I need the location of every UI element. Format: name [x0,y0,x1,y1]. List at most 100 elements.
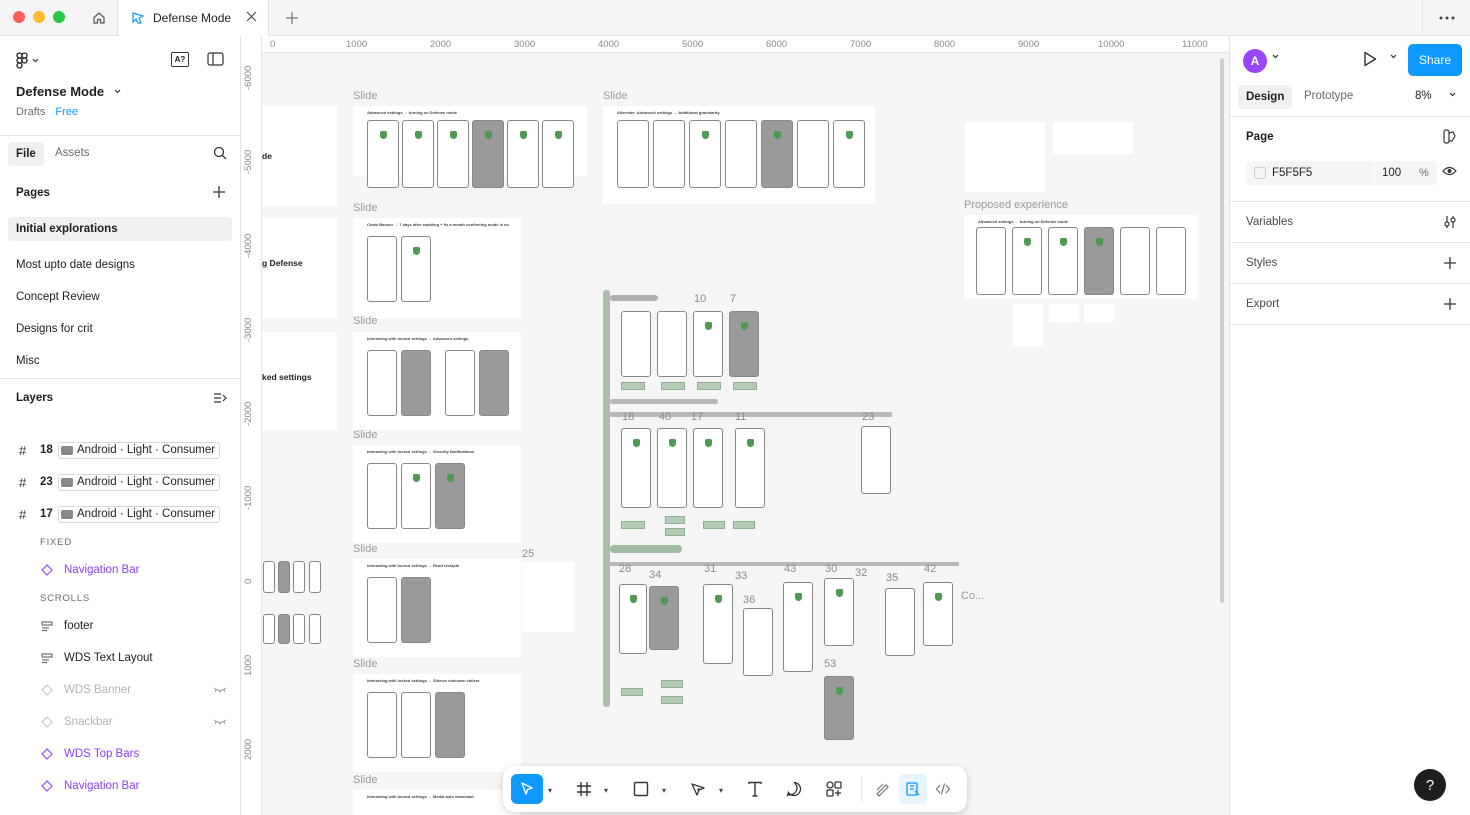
main-menu-button[interactable] [16,52,39,69]
add-style-icon[interactable] [1443,256,1457,270]
maximize-window-button[interactable] [53,11,65,23]
home-button[interactable] [80,0,118,36]
move-tool-button[interactable] [511,774,543,804]
layer-wds-top-bars[interactable]: WDS Top Bars [0,738,240,770]
tab-file[interactable]: File [8,142,44,166]
design-mode-icon [906,782,920,796]
partial-frame[interactable]: ked settings [262,332,337,430]
page-color-hex[interactable]: F5F5F5 [1272,167,1312,179]
shape-tool-button[interactable] [626,774,656,804]
variables-settings-icon[interactable] [1443,215,1457,229]
hidden-eye-icon[interactable] [213,686,227,694]
ai-button[interactable]: A? [171,52,189,67]
layer-wds-banner[interactable]: WDS Banner [0,674,240,706]
chevron-down-icon[interactable]: ▾ [719,786,723,795]
help-button[interactable]: ? [1414,769,1446,801]
frame-tool-button[interactable] [569,774,599,804]
chevron-down-icon[interactable]: ▾ [662,786,666,795]
ruler-left: -6000 -5000 -4000 -3000 -2000 -1000 0 10… [241,36,262,815]
add-export-icon[interactable] [1443,297,1457,311]
layer-footer[interactable]: footer [0,610,240,642]
page-item-misc[interactable]: Misc [8,345,232,377]
pen-tool-button[interactable] [683,774,713,804]
tab-assets[interactable]: Assets [55,147,90,159]
minimize-window-button[interactable] [33,11,45,23]
chevron-down-icon[interactable]: ▾ [604,786,608,795]
phone-mockup [445,350,475,416]
drafts-link[interactable]: Drafts [16,106,45,118]
notes-card[interactable] [1049,304,1079,322]
search-icon[interactable] [213,146,227,160]
design-mode-button[interactable] [899,774,927,804]
zoom-level[interactable]: 8% [1415,90,1432,102]
page-color-field[interactable]: F5F5F5 100 % [1246,161,1437,185]
slide-frame[interactable]: Alternate: Advanced settings → Additiona… [603,106,875,204]
slide-frame[interactable]: Interacting with locked settings → Read … [353,559,521,657]
layer-frame-17[interactable]: # 17 Android · Light · Consumer [0,498,240,530]
chevron-down-icon[interactable] [1390,54,1397,59]
comment-tool-button[interactable] [779,774,809,804]
collapse-layers-icon[interactable] [213,392,227,404]
slide-frame[interactable]: Advanced settings → turning on Defense m… [964,215,1198,299]
page-item-designs-for-crit[interactable]: Designs for crit [8,313,232,345]
color-swatch[interactable] [1254,167,1266,179]
phone-thumbnail [263,561,275,593]
text-tool-button[interactable] [740,774,770,804]
vertical-scrollbar[interactable] [1220,58,1224,603]
play-icon[interactable] [1363,51,1377,67]
draw-mode-button[interactable] [869,774,897,804]
small-frame[interactable] [522,562,574,632]
hidden-eye-icon[interactable] [213,718,227,726]
add-page-icon[interactable] [212,185,226,199]
page-item-initial-explorations[interactable]: Initial explorations [8,217,232,241]
partial-frame[interactable]: g Defense [262,218,337,318]
notes-card[interactable] [1084,304,1114,322]
more-options-button[interactable] [1422,0,1470,36]
slide-frame[interactable]: Interacting with locked settings → Silen… [353,674,521,772]
page-item-concept-review[interactable]: Concept Review [8,281,232,313]
page-opacity[interactable]: 100 [1382,167,1401,179]
notes-card[interactable] [965,122,1045,192]
phone-thumbnail [293,561,305,593]
chevron-down-icon[interactable]: ▾ [548,786,552,795]
slide-title: Interacting with locked settings → Silen… [367,678,480,683]
layer-snackbar[interactable]: Snackbar [0,706,240,738]
layer-label: Snackbar [64,716,113,728]
layer-frame-18[interactable]: # 18 Android · Light · Consumer [0,434,240,466]
new-tab-button[interactable] [282,8,302,28]
layer-frame-23[interactable]: # 23 Android · Light · Consumer [0,466,240,498]
slide-frame[interactable]: Interacting with locked settings → Advan… [353,332,521,430]
sidebar-toggle-button[interactable] [207,52,224,69]
avatar[interactable]: A [1243,49,1267,73]
tab-design[interactable]: Design [1238,85,1293,109]
canvas[interactable]: 0 1000 2000 3000 4000 5000 6000 7000 800… [241,36,1229,815]
share-button[interactable]: Share [1408,44,1462,76]
page-item-most-upto-date-designs[interactable]: Most upto date designs [8,249,232,281]
close-window-button[interactable] [13,11,25,23]
phone-thumbnail [263,614,275,644]
eye-icon[interactable] [1442,166,1457,176]
actions-tool-button[interactable] [819,774,849,804]
chevron-down-icon[interactable] [1272,54,1279,59]
page-style-icon[interactable] [1443,129,1457,144]
layer-navigation-bar-2[interactable]: Navigation Bar [0,770,240,802]
tab-prototype[interactable]: Prototype [1304,90,1353,102]
slide-frame[interactable]: Chats Banner → 7 days after enabling + f… [353,218,521,318]
file-tab[interactable]: Defense Mode [119,0,269,36]
slide-frame[interactable]: Interacting with locked settings → Media… [353,790,521,815]
notes-card[interactable] [1053,122,1133,154]
partial-frame[interactable]: de [262,106,337,206]
chevron-down-icon[interactable] [1449,92,1456,97]
slide-frame[interactable]: Interacting with locked settings → Secur… [353,445,521,543]
dev-mode-button[interactable] [929,774,957,804]
close-tab-icon[interactable] [245,10,258,23]
layer-wds-text-layout[interactable]: WDS Text Layout [0,642,240,674]
layer-navigation-bar[interactable]: Navigation Bar [0,554,240,586]
plan-badge[interactable]: Free [55,106,78,118]
notes-card[interactable] [1013,304,1043,346]
slide-frame[interactable]: Advanced settings → turning on Defense m… [353,106,587,188]
file-name-button[interactable]: Defense Mode [16,84,121,99]
pen-icon [690,782,705,796]
phone-thumbnail [278,561,290,593]
phone-mockup [367,577,397,643]
